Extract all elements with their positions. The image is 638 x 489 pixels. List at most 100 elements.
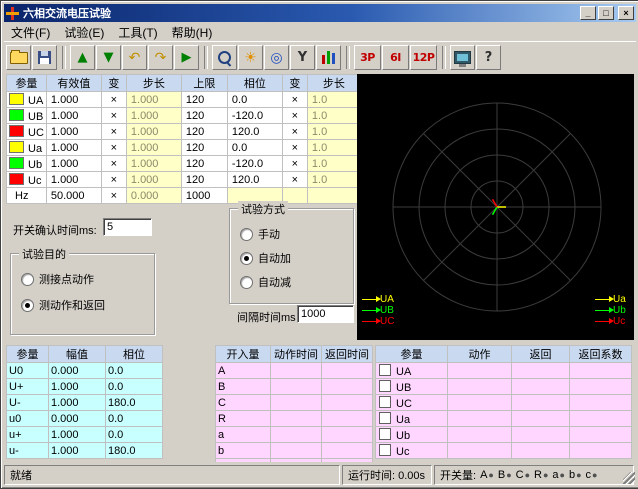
vary-cell[interactable]: × — [282, 156, 307, 172]
bars-view-button[interactable] — [316, 45, 341, 70]
rms-cell[interactable]: 50.000 — [46, 188, 101, 204]
step-down-button[interactable]: ▼ — [96, 45, 121, 70]
phase-cell[interactable]: 120.0 — [227, 172, 282, 188]
radio-action-and-return[interactable]: 测动作和返回 — [21, 298, 105, 312]
vary-cell[interactable]: × — [101, 140, 126, 156]
zoom-button[interactable] — [212, 45, 237, 70]
step-cell[interactable]: 1.000 — [126, 108, 181, 124]
help-button[interactable]: ? — [476, 45, 501, 70]
step-cell[interactable]: 1.0 — [307, 108, 360, 124]
limit-cell[interactable]: 1000 — [181, 188, 227, 204]
step-cell[interactable]: 0.000 — [126, 188, 181, 204]
phase-cell[interactable]: 0.0 — [227, 140, 282, 156]
polar-view-button[interactable]: ◎ — [264, 45, 289, 70]
step-cell[interactable]: 1.000 — [126, 156, 181, 172]
vector-view-button[interactable]: Y — [290, 45, 315, 70]
rms-cell[interactable]: 1.000 — [46, 108, 101, 124]
radio-label: 自动加 — [258, 250, 291, 266]
undo-button[interactable]: ↶ — [122, 45, 147, 70]
step-cell[interactable]: 1.0 — [307, 124, 360, 140]
phase-cell[interactable]: 120.0 — [227, 124, 282, 140]
step-up-button[interactable]: ▲ — [70, 45, 95, 70]
rms-cell[interactable]: 1.000 — [46, 156, 101, 172]
limit-cell[interactable]: 120 — [181, 124, 227, 140]
arrow-icon — [595, 321, 610, 322]
checkbox[interactable] — [379, 380, 391, 392]
return-cell — [512, 395, 570, 411]
radio-manual[interactable]: 手动 — [240, 227, 280, 241]
interval-input[interactable] — [297, 305, 354, 323]
switch-table-wrap: 开入量 动作时间 返回时间 A B C R a b c — [215, 345, 374, 462]
maximize-button[interactable]: □ — [598, 6, 614, 20]
radio-contact-action[interactable]: 测接点动作 — [21, 272, 94, 286]
minimize-button[interactable]: _ — [580, 6, 596, 20]
phase-cell[interactable]: 0.0 — [227, 92, 282, 108]
monitor-button[interactable] — [450, 45, 475, 70]
col-header: 步长 — [307, 75, 360, 92]
vary-cell[interactable]: × — [101, 124, 126, 140]
indicator-dot-icon: ● — [576, 470, 581, 480]
rms-cell[interactable]: 1.000 — [46, 140, 101, 156]
titlebar[interactable]: 六相交流电压试验 _ □ × — [4, 4, 636, 22]
vary-cell[interactable]: × — [282, 108, 307, 124]
mode-3p-button[interactable]: 3P — [354, 45, 381, 70]
action-time-cell — [271, 395, 322, 411]
resize-grip[interactable] — [623, 472, 635, 484]
vary-cell[interactable]: × — [101, 172, 126, 188]
menu-item-help[interactable]: 帮助(H) — [165, 23, 220, 42]
redo-button[interactable]: ↷ — [148, 45, 173, 70]
switch-confirm-input[interactable] — [103, 218, 152, 236]
action-cell — [448, 411, 512, 427]
mode-6i-button[interactable]: 6I — [382, 45, 409, 70]
vary-cell[interactable]: × — [101, 188, 126, 204]
step-cell[interactable]: 1.0 — [307, 172, 360, 188]
checkbox[interactable] — [379, 396, 391, 408]
step-cell[interactable]: 1.0 — [307, 140, 360, 156]
limit-cell[interactable]: 120 — [181, 140, 227, 156]
switch-indicator-C: C● — [516, 469, 530, 481]
table-row: a — [216, 427, 373, 443]
step-cell[interactable]: 1.000 — [126, 92, 181, 108]
vary-cell[interactable]: × — [101, 156, 126, 172]
menu-item-test[interactable]: 试验(E) — [57, 23, 111, 42]
step-cell[interactable]: 1.0 — [307, 156, 360, 172]
menu-item-file[interactable]: 文件(F) — [4, 23, 57, 42]
checkbox[interactable] — [379, 444, 391, 456]
menu-item-tools[interactable]: 工具(T) — [111, 23, 164, 42]
rms-cell[interactable]: 1.000 — [46, 92, 101, 108]
open-button[interactable] — [6, 45, 31, 70]
checkbox[interactable] — [379, 412, 391, 424]
radio-auto-increase[interactable]: 自动加 — [240, 251, 291, 265]
limit-cell[interactable]: 120 — [181, 108, 227, 124]
phase-cell[interactable]: -120.0 — [227, 156, 282, 172]
start-test-button[interactable]: ▶ — [174, 45, 199, 70]
limit-cell[interactable]: 120 — [181, 156, 227, 172]
test-purpose-group: 试验目的 测接点动作 测动作和返回 — [10, 253, 155, 335]
step-cell[interactable]: 1.000 — [126, 172, 181, 188]
vary-cell[interactable]: × — [101, 92, 126, 108]
checkbox[interactable] — [379, 364, 391, 376]
vary-cell[interactable]: × — [282, 124, 307, 140]
rms-cell[interactable]: 1.000 — [46, 124, 101, 140]
vary-cell[interactable]: × — [282, 92, 307, 108]
step-cell[interactable]: 1.000 — [126, 124, 181, 140]
step-cell[interactable]: 1.000 — [126, 140, 181, 156]
mode-12p-button[interactable]: 12P — [410, 45, 437, 70]
limit-cell[interactable]: 120 — [181, 92, 227, 108]
table-header-row: 参量 有效值 变 步长 上限 相位 变 步长 — [7, 75, 361, 92]
table-row: Ua — [376, 411, 632, 427]
limit-cell[interactable]: 120 — [181, 172, 227, 188]
step-cell[interactable]: 1.0 — [307, 92, 360, 108]
brightness-button[interactable]: ☀ — [238, 45, 263, 70]
save-button[interactable] — [32, 45, 57, 70]
vary-cell[interactable]: × — [101, 108, 126, 124]
action-cell — [448, 379, 512, 395]
checkbox[interactable] — [379, 428, 391, 440]
radio-auto-decrease[interactable]: 自动减 — [240, 275, 291, 289]
close-button[interactable]: × — [618, 6, 634, 20]
rms-cell[interactable]: 1.000 — [46, 172, 101, 188]
phase-cell[interactable]: -120.0 — [227, 108, 282, 124]
vary-cell[interactable]: × — [282, 140, 307, 156]
interval-label: 间隔时间ms — [237, 309, 296, 325]
vary-cell[interactable]: × — [282, 172, 307, 188]
